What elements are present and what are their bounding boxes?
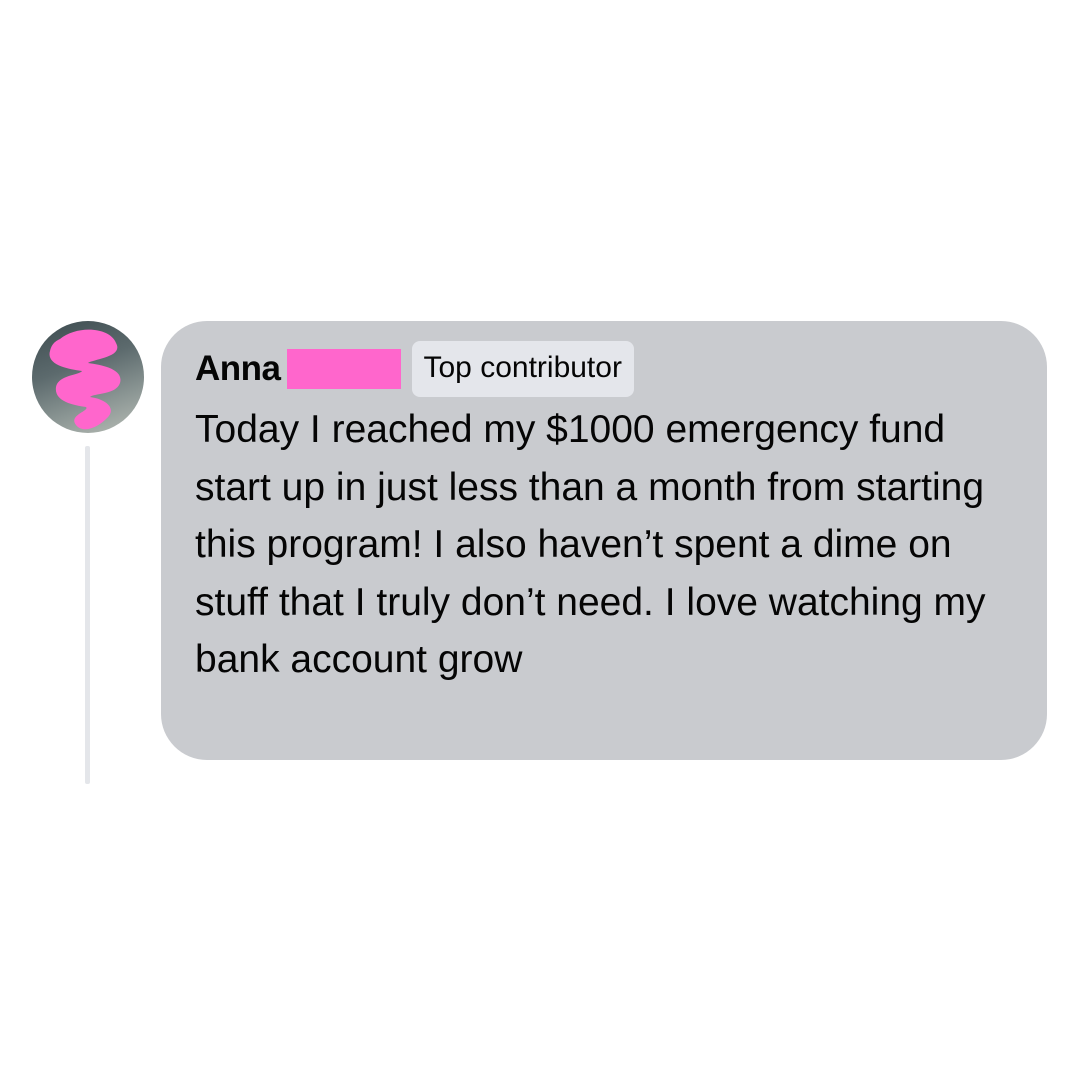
comment-bubble: Anna Top contributor Today I reached my … bbox=[161, 321, 1047, 760]
name-redaction bbox=[286, 349, 401, 389]
avatar[interactable] bbox=[32, 321, 144, 433]
avatar-redaction-icon bbox=[49, 329, 121, 430]
comment-header: Anna Top contributor bbox=[195, 341, 634, 397]
author-name[interactable]: Anna bbox=[195, 349, 281, 389]
top-contributor-badge[interactable]: Top contributor bbox=[411, 341, 634, 397]
comment-text: Today I reached my $1000 emergency fund … bbox=[195, 408, 986, 681]
thread-line bbox=[85, 446, 90, 784]
